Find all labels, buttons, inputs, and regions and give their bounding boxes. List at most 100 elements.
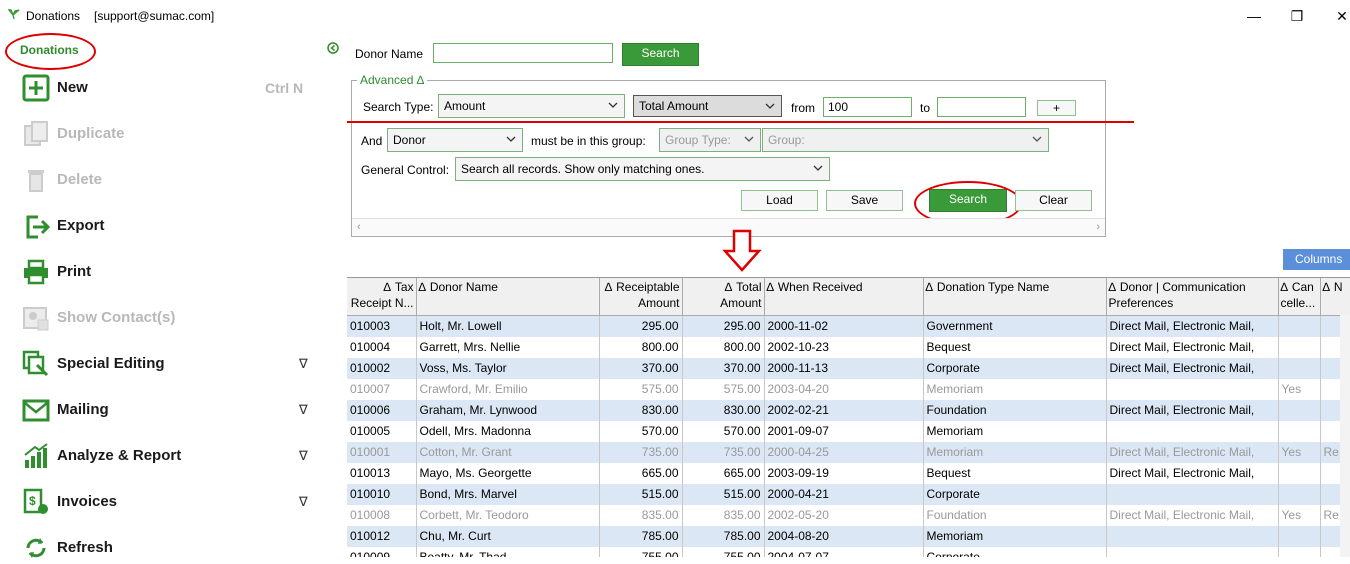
- table-cell: [1278, 483, 1321, 505]
- group-membership-label: must be in this group:: [531, 134, 646, 148]
- table-row[interactable]: 010007 Crawford, Mr. Emilio 575.00 575.00 20…: [347, 378, 1350, 400]
- table-cell: [1106, 483, 1279, 505]
- table-cell: Direct Mail, Electronic Mail,: [1106, 399, 1279, 421]
- add-criteria-button[interactable]: +: [1037, 100, 1076, 116]
- chevron-down-icon: [608, 102, 618, 108]
- column-header[interactable]: ∆ Donor | Communication Preferences: [1106, 278, 1279, 316]
- duplicate-icon: [24, 121, 48, 146]
- sidebar-item-label: Show Contact(s): [57, 309, 176, 326]
- sidebar-item-duplicate[interactable]: Duplicate: [22, 118, 322, 150]
- grid-vertical-scrollbar[interactable]: [1340, 315, 1350, 557]
- table-row[interactable]: 010006 Graham, Mr. Lynwood 830.00 830.00 200…: [347, 399, 1350, 421]
- table-cell: Bequest: [923, 336, 1107, 358]
- restore-button[interactable]: ❐: [1285, 6, 1309, 26]
- load-button[interactable]: Load: [741, 190, 818, 211]
- columns-button[interactable]: Columns: [1283, 249, 1350, 270]
- sidebar-item-analyze-report[interactable]: Analyze & Report ∇: [22, 440, 322, 472]
- column-header[interactable]: ∆ When Received: [764, 278, 924, 316]
- clear-button[interactable]: Clear: [1015, 190, 1092, 211]
- table-cell: 370.00: [682, 357, 765, 379]
- table-row[interactable]: 010001 Cotton, Mr. Grant 735.00 735.00 2000-…: [347, 441, 1350, 463]
- table-row[interactable]: 010002 Voss, Ms. Taylor 370.00 370.00 2000-1…: [347, 357, 1350, 379]
- table-row[interactable]: 010010 Bond, Mrs. Marvel 515.00 515.00 2000-…: [347, 483, 1350, 505]
- group-entity-value: Donor: [393, 133, 426, 147]
- sidebar-item-export[interactable]: Export: [22, 210, 322, 242]
- table-cell: [1278, 462, 1321, 484]
- table-cell: 2002-05-20: [764, 504, 924, 526]
- minimize-button[interactable]: —: [1242, 6, 1266, 26]
- advanced-toggle[interactable]: Advanced ∆: [357, 73, 428, 87]
- table-cell: 735.00: [599, 441, 683, 463]
- column-header[interactable]: ∆ Can celle...: [1278, 278, 1321, 316]
- table-row[interactable]: 010003 Holt, Mr. Lowell 295.00 295.00 2000-1…: [347, 315, 1350, 337]
- table-cell: 010012: [347, 525, 417, 547]
- donor-name-input[interactable]: [433, 43, 613, 63]
- table-row[interactable]: 010009 Beatty, Mr. Thad 755.00 755.00 2004-0…: [347, 546, 1350, 557]
- close-button[interactable]: ✕: [1330, 6, 1350, 26]
- sidebar-item-refresh[interactable]: Refresh: [22, 532, 322, 564]
- amount-to-input[interactable]: [937, 97, 1026, 117]
- column-header[interactable]: ∆ Donation Type Name: [923, 278, 1107, 316]
- column-header[interactable]: ∆ Donor Name: [416, 278, 600, 316]
- general-control-select[interactable]: Search all records. Show only matching o…: [455, 157, 830, 181]
- table-cell: [1278, 525, 1321, 547]
- trash-icon: [28, 170, 44, 192]
- table-cell: Direct Mail, Electronic Mail,: [1106, 357, 1279, 379]
- annotation-down-arrow-icon: [722, 229, 762, 272]
- table-cell: 010009: [347, 546, 417, 557]
- sidebar-item-special-editing[interactable]: Special Editing ∇: [22, 348, 322, 380]
- table-cell: [1278, 399, 1321, 421]
- save-button[interactable]: Save: [826, 190, 903, 211]
- column-header[interactable]: ∆ Total Amount: [682, 278, 765, 316]
- table-cell: Graham, Mr. Lynwood: [416, 399, 600, 421]
- table-cell: 2000-04-21: [764, 483, 924, 505]
- table-cell: 2004-08-20: [764, 525, 924, 547]
- scroll-left-icon[interactable]: ‹: [357, 221, 361, 233]
- column-header-label: Donation Type Name: [936, 280, 1050, 294]
- sumac-logo-icon: [8, 9, 20, 19]
- sidebar-item-invoices[interactable]: $ Invoices ∇: [22, 486, 322, 518]
- general-control-label: General Control:: [361, 163, 450, 177]
- table-cell: 755.00: [682, 546, 765, 557]
- table-row[interactable]: 010005 Odell, Mrs. Madonna 570.00 570.00 200…: [347, 420, 1350, 442]
- column-header[interactable]: ∆ N: [1320, 278, 1350, 316]
- table-cell: Beatty, Mr. Thad: [416, 546, 600, 557]
- table-cell: Corbett, Mr. Teodoro: [416, 504, 600, 526]
- search-type-select[interactable]: Amount: [438, 94, 625, 118]
- table-cell: 295.00: [682, 315, 765, 337]
- table-cell: Cotton, Mr. Grant: [416, 441, 600, 463]
- group-type-select[interactable]: Group Type:: [659, 128, 761, 152]
- amount-from-input[interactable]: 100: [823, 97, 912, 117]
- table-cell: 370.00: [599, 357, 683, 379]
- table-row[interactable]: 010012 Chu, Mr. Curt 785.00 785.00 2004-08-2…: [347, 525, 1350, 547]
- table-cell: 2004-07-07: [764, 546, 924, 557]
- group-entity-select[interactable]: Donor: [387, 128, 523, 152]
- sidebar-item-mailing[interactable]: Mailing ∇: [22, 394, 322, 426]
- refresh-icon: [26, 538, 46, 558]
- scroll-right-icon[interactable]: ›: [1096, 221, 1100, 233]
- column-header[interactable]: ∆ Receiptable Amount: [599, 278, 683, 316]
- sidebar-item-show-contacts[interactable]: Show Contact(s): [22, 302, 322, 334]
- collapse-sidebar-icon[interactable]: [327, 42, 339, 54]
- table-cell: 515.00: [682, 483, 765, 505]
- table-row[interactable]: 010008 Corbett, Mr. Teodoro 835.00 835.00 20…: [347, 504, 1350, 526]
- quick-search-button[interactable]: Search: [622, 43, 699, 66]
- group-select[interactable]: Group:: [762, 128, 1049, 152]
- table-cell: [1106, 546, 1279, 557]
- amount-field-value: Total Amount: [639, 99, 709, 113]
- table-cell: 010006: [347, 399, 417, 421]
- envelope-icon: [22, 399, 50, 422]
- table-cell: Memoriam: [923, 420, 1107, 442]
- sidebar-item-new[interactable]: New Ctrl N: [22, 72, 322, 104]
- table-cell: 2000-11-13: [764, 357, 924, 379]
- table-row[interactable]: 010013 Mayo, Ms. Georgette 665.00 665.00 200…: [347, 462, 1350, 484]
- contact-card-icon: [23, 307, 49, 331]
- and-label: And: [361, 134, 383, 148]
- column-header[interactable]: ∆ Tax Receipt N...: [347, 278, 417, 316]
- sidebar-item-delete[interactable]: Delete: [22, 164, 322, 196]
- sidebar-item-print[interactable]: Print: [22, 256, 322, 288]
- shortcut-hint: Ctrl N: [265, 80, 304, 96]
- amount-field-select[interactable]: Total Amount: [633, 95, 782, 117]
- table-cell: Mayo, Ms. Georgette: [416, 462, 600, 484]
- table-row[interactable]: 010004 Garrett, Mrs. Nellie 800.00 800.00 20…: [347, 336, 1350, 358]
